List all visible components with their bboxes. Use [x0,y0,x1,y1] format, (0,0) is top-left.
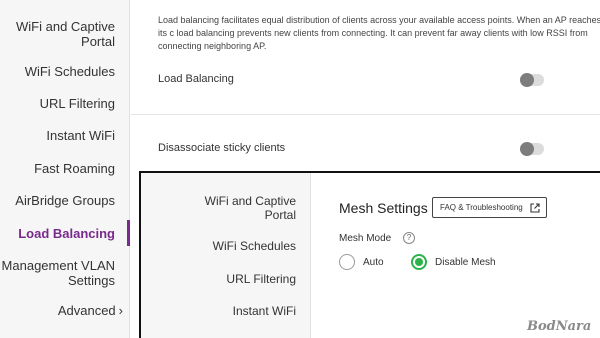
help-icon[interactable]: ? [403,232,415,244]
load-balancing-toggle[interactable] [520,73,544,87]
panel-sidebar-item-url-filtering[interactable]: URL Filtering [226,272,296,286]
mesh-settings-panel: WiFi and Captive Portal WiFi Schedules U… [139,171,600,338]
sidebar-item-wifi-captive-portal[interactable]: WiFi and Captive Portal [16,19,115,49]
mesh-mode-auto-label: Auto [363,257,384,268]
mesh-mode-disable-label: Disable Mesh [435,257,496,268]
toggle-knob [520,73,534,87]
sidebar-item-instant-wifi[interactable]: Instant WiFi [46,128,115,143]
toggle-knob [520,142,534,156]
mesh-mode-auto-radio[interactable] [339,254,355,270]
sidebar-item-load-balancing[interactable]: Load Balancing [18,226,115,241]
sidebar-item-airbridge-groups[interactable]: AirBridge Groups [15,193,115,208]
panel-sidebar-item-wifi-schedules[interactable]: WiFi Schedules [213,239,296,253]
sidebar-item-advanced[interactable]: Advanced › [58,303,123,318]
watermark-logo: BodNara [527,319,592,334]
panel-sidebar-item-label: WiFi and Captive [204,194,296,208]
sidebar: WiFi and Captive Portal WiFi Schedules U… [0,0,130,338]
disassociate-sticky-clients-label: Disassociate sticky clients [158,142,286,154]
sidebar-item-url-filtering[interactable]: URL Filtering [40,96,115,111]
sidebar-item-management-vlan-settings[interactable]: Management VLAN Settings [2,258,115,288]
active-indicator [127,220,130,246]
sidebar-item-label: Management VLAN [1,258,115,273]
divider [131,114,600,115]
faq-button-label: FAQ & Troubleshooting [440,203,523,212]
disassociate-sticky-clients-toggle[interactable] [520,142,544,156]
sidebar-item-label: WiFi and Captive [16,19,115,34]
panel-sidebar-item-label: Portal [264,208,296,222]
mesh-settings-title: Mesh Settings [339,200,428,216]
mesh-mode-label: Mesh Mode [339,233,392,244]
chevron-right-icon: › [118,303,123,318]
sidebar-item-wifi-schedules[interactable]: WiFi Schedules [25,64,115,79]
sidebar-item-label: Settings [68,273,115,288]
faq-troubleshooting-button[interactable]: FAQ & Troubleshooting [432,197,547,218]
sidebar-item-fast-roaming[interactable]: Fast Roaming [34,161,115,176]
panel-sidebar-item-instant-wifi[interactable]: Instant WiFi [233,304,296,318]
load-balancing-label: Load Balancing [158,73,234,85]
load-balancing-description: Load balancing facilitates equal distrib… [158,15,600,51]
sidebar-item-label: Advanced [57,303,116,318]
mesh-mode-disable-radio[interactable] [411,254,427,270]
external-link-icon [530,203,540,213]
sidebar-item-label: Portal [81,34,115,49]
panel-sidebar-item-wifi-captive-portal[interactable]: WiFi and Captive Portal [205,194,296,222]
panel-sidebar: WiFi and Captive Portal WiFi Schedules U… [141,173,311,338]
